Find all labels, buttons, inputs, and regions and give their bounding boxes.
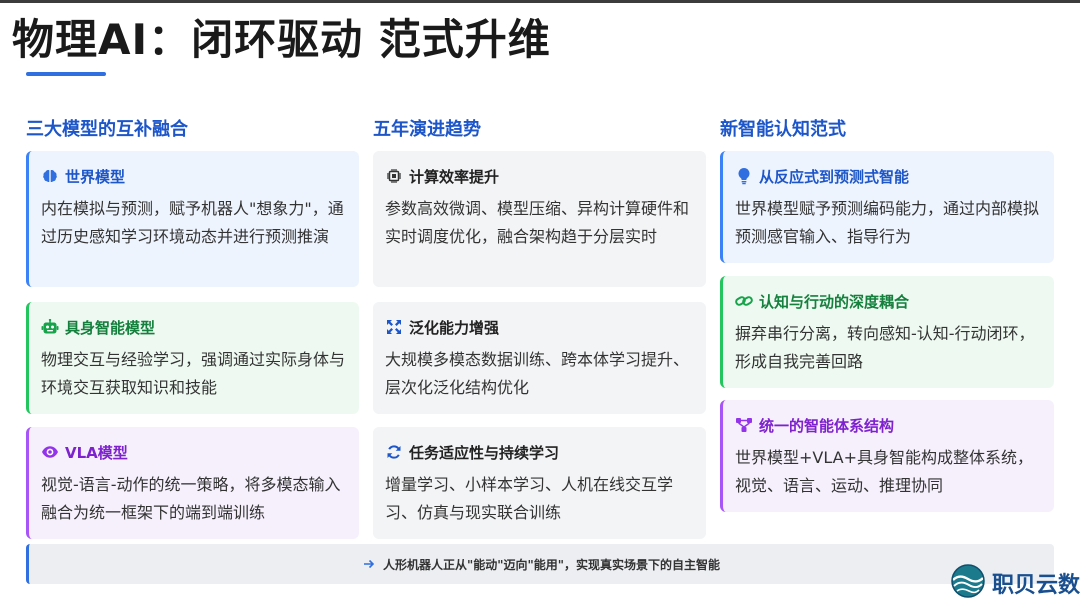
card-description: 参数高效微调、模型压缩、异构计算硬件和实时调度优化，融合架构趋于分层实时: [385, 199, 690, 246]
card-title: 具身智能模型: [65, 318, 156, 337]
card-embodied-model: 具身智能模型 物理交互与经验学习，强调通过实际身体与环境交互获取知识和技能: [26, 302, 359, 414]
top-border: [0, 0, 1080, 3]
column-title-trends: 五年演进趋势: [373, 119, 481, 140]
eye-icon: [41, 443, 59, 461]
card-cognition-action: 认知与行动的深度耦合 摒弃串行分离，转向感知-认知-行动闭环，形成自我完善回路: [720, 276, 1054, 388]
card-description: 视觉-语言-动作的统一策略，将多模态输入融合为统一框架下的端到端训练: [41, 475, 341, 522]
card-title: 世界模型: [65, 167, 126, 186]
card-title: 认知与行动的深度耦合: [759, 292, 910, 311]
card-title: 计算效率提升: [409, 167, 500, 186]
hierarchy-icon: [735, 416, 753, 434]
card-description: 物理交互与经验学习，强调通过实际身体与环境交互获取知识和技能: [41, 350, 346, 397]
brand-name: 职贝云数: [992, 573, 1080, 598]
card-predictive-intelligence: 从反应式到预测式智能 世界模型赋予预测编码能力，通过内部模拟预测感官输入、指导行…: [720, 151, 1054, 263]
brain-icon: [41, 167, 59, 185]
card-title: 泛化能力增强: [409, 318, 500, 337]
expand-icon: [385, 318, 403, 336]
column-title-paradigm: 新智能认知范式: [720, 119, 846, 140]
arrow-right-icon: [363, 555, 375, 574]
card-description: 世界模型赋予预测编码能力，通过内部模拟预测感官输入、指导行为: [735, 199, 1040, 246]
card-compute-efficiency: 计算效率提升 参数高效微调、模型压缩、异构计算硬件和实时调度优化，融合架构趋于分…: [373, 151, 706, 287]
card-title: 从反应式到预测式智能: [759, 167, 910, 186]
card-title: 任务适应性与持续学习: [409, 443, 560, 462]
page-title: 物理AI：闭环驱动 范式升维: [12, 15, 551, 64]
footer-text: 人形机器人正从"能动"迈向"能用"，实现真实场景下的自主智能: [382, 557, 720, 572]
column-title-models: 三大模型的互补融合: [26, 119, 188, 140]
link-icon: [735, 292, 753, 310]
footer-banner: 人形机器人正从"能动"迈向"能用"，实现真实场景下的自主智能: [26, 544, 1054, 584]
brand-logo: 职贝云数: [950, 563, 1080, 603]
card-task-adaptation: 任务适应性与持续学习 增量学习、小样本学习、人机在线交互学习、仿真与现实联合训练: [373, 427, 706, 539]
card-unified-architecture: 统一的智能体系结构 世界模型+VLA+具身智能构成整体系统，视觉、语言、运动、推…: [720, 400, 1054, 512]
card-description: 内在模拟与预测，赋予机器人"想象力"，通过历史感知学习环境动态并进行预测推演: [41, 199, 344, 246]
title-underline: [26, 72, 106, 76]
card-description: 世界模型+VLA+具身智能构成整体系统，视觉、语言、运动、推理协同: [735, 448, 1033, 495]
sync-icon: [385, 443, 403, 461]
robot-icon: [41, 318, 59, 336]
card-world-model: 世界模型 内在模拟与预测，赋予机器人"想象力"，通过历史感知学习环境动态并进行预…: [26, 151, 359, 287]
card-description: 增量学习、小样本学习、人机在线交互学习、仿真与现实联合训练: [385, 475, 674, 522]
card-generalization: 泛化能力增强 大规模多模态数据训练、跨本体学习提升、层次化泛化结构优化: [373, 302, 706, 414]
card-description: 大规模多模态数据训练、跨本体学习提升、层次化泛化结构优化: [385, 350, 690, 397]
lightbulb-icon: [735, 167, 753, 185]
card-description: 摒弃串行分离，转向感知-认知-行动闭环，形成自我完善回路: [735, 324, 1035, 371]
chip-icon: [385, 167, 403, 185]
card-title: 统一的智能体系结构: [759, 416, 895, 435]
card-title: VLA模型: [65, 443, 128, 462]
card-vla-model: VLA模型 视觉-语言-动作的统一策略，将多模态输入融合为统一框架下的端到端训练: [26, 427, 359, 539]
globe-wave-icon: [950, 563, 986, 603]
